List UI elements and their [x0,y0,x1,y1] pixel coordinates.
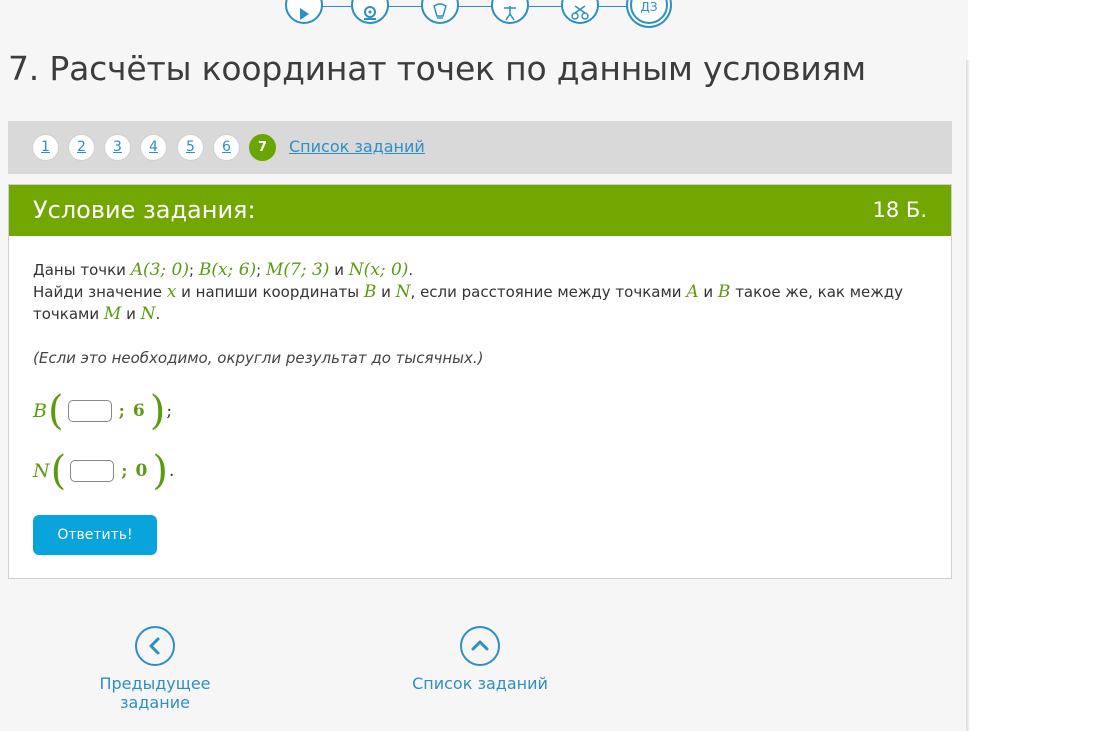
task-tabs-bar: 1 2 3 4 5 6 7 Список заданий [8,121,952,174]
answer-var-n: N [33,460,50,482]
homework-icon[interactable]: ДЗ [630,0,668,24]
answer-var-b: B [33,400,47,422]
answer-end-n: . [168,461,175,481]
coord-separator: ; [118,401,125,421]
task-header: Условие задания: 18 Б. [9,185,951,236]
var-x: x [166,282,177,302]
previous-task-link[interactable]: Предыдущее задание [70,626,240,712]
task-score: 18 Б. [872,198,927,222]
left-paren: ( [47,388,64,434]
var-b-2: B [717,282,731,302]
task-tab-4[interactable]: 4 [140,134,167,161]
n-y-value: 0 [135,461,148,481]
point-b: B(x; 6) [198,260,257,280]
statement-line-1: Даны точки A(3; 0); B(x; 6); M(7; 3) и N… [33,260,414,280]
statement-text: Даны точки [33,261,126,279]
chevron-up-icon [460,626,500,666]
conjunction: и [703,283,714,301]
task-tab-6[interactable]: 6 [213,134,240,161]
task-list-link[interactable]: Список заданий [289,137,425,156]
task-tab-3[interactable]: 3 [104,134,131,161]
conjunction: и [334,261,344,279]
rounding-note: (Если это необходимо, округли результат … [33,349,484,367]
exercise-icon[interactable] [491,0,529,24]
submit-answer-button[interactable]: Ответить! [33,515,157,555]
var-n-2: N [140,304,156,324]
statement-text: и напиши координаты [181,283,360,301]
task-list-bottom-link[interactable]: Список заданий [410,626,550,693]
statement-text: такое же, как между [735,283,904,301]
task-list-bottom-label: Список заданий [412,674,548,693]
statement-text: Найди значение [33,283,162,301]
point-n: N(x; 0) [348,260,409,280]
task-header-title: Условие задания: [33,196,256,224]
answer-row-b: B ( ; 6 ) ; [33,391,172,431]
point-m: M(7; 3) [265,260,330,280]
homework-label: ДЗ [640,0,658,14]
previous-task-label: Предыдущее задание [99,674,211,712]
var-a: A [686,282,699,302]
task-tab-5[interactable]: 5 [177,134,204,161]
right-paren: ) [152,448,168,494]
answer-row-n: N ( ; 0 ) . [33,451,174,491]
statement-text: , если расстояние между точками [410,283,682,301]
task-panel: Условие задания: 18 Б. Даны точки A(3; 0… [8,184,952,579]
task-tab-2[interactable]: 2 [68,134,95,161]
statement-line-3: точками M и N. [33,304,161,324]
var-n: N [395,282,411,302]
point-a: A(3; 0) [130,260,190,280]
right-paren: ) [149,388,166,434]
statement-line-2: Найди значение x и напиши координаты B и… [33,281,913,303]
statement-text: точками [33,305,100,323]
b-y-value: 6 [132,401,145,421]
task-tab-7-active[interactable]: 7 [249,134,276,161]
n-x-input[interactable] [70,460,115,482]
chevron-left-icon [135,626,175,666]
page-shadow [966,60,970,731]
answer-end-b: ; [166,401,173,421]
top-navigation: ДЗ [280,0,700,26]
var-m: M [103,304,122,324]
lightbulb-icon[interactable] [421,0,459,24]
task-tab-1[interactable]: 1 [32,134,59,161]
tools-icon[interactable] [561,0,599,24]
conjunction: и [381,283,391,301]
b-x-input[interactable] [67,400,112,422]
coord-separator: ; [121,461,128,481]
task-statement: Даны точки A(3; 0); B(x; 6); M(7; 3) и N… [33,259,913,325]
webcam-icon[interactable] [351,0,389,24]
left-paren: ( [50,448,67,494]
conjunction: и [126,305,136,323]
var-b: B [363,282,377,302]
page-title: 7. Расчёты координат точек по данным усл… [8,49,866,88]
play-icon[interactable] [285,0,323,24]
